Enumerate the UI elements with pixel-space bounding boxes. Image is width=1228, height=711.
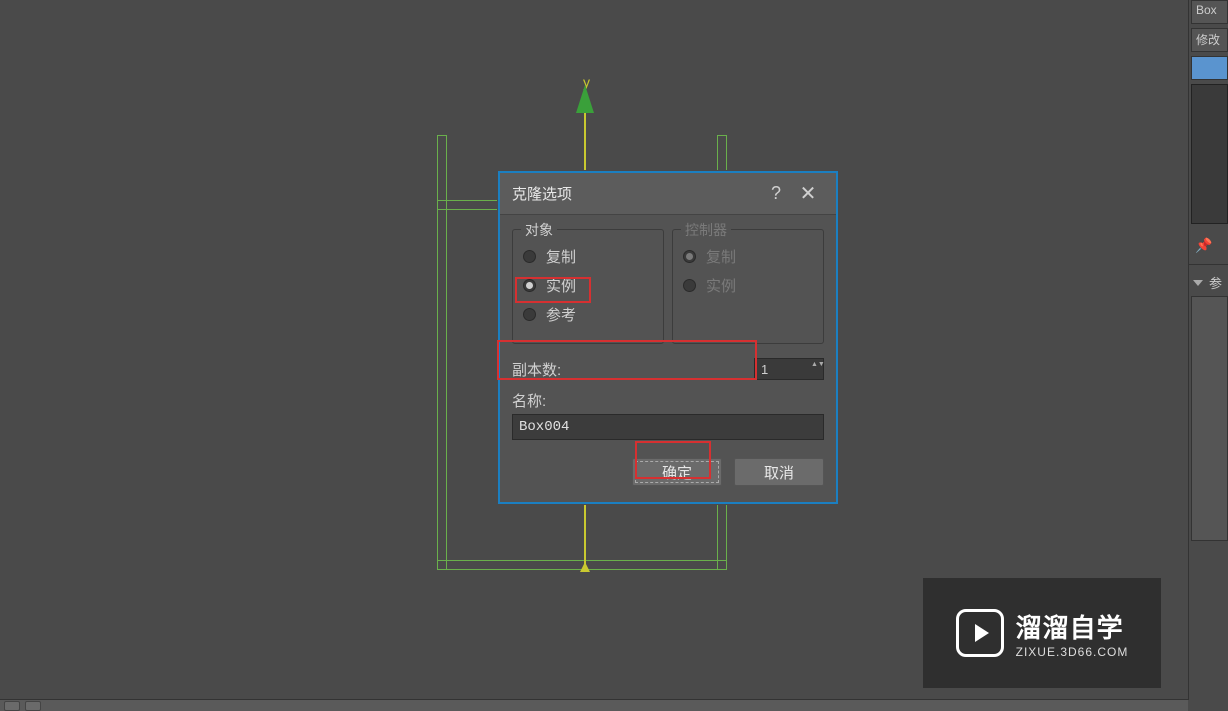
timeline-bar[interactable] (0, 699, 1188, 711)
timeline-button[interactable] (25, 701, 41, 711)
rollout-body[interactable] (1191, 296, 1228, 541)
radio-icon (523, 250, 536, 263)
radio-label: 实例 (546, 275, 576, 296)
object-group-legend: 对象 (521, 220, 557, 240)
radio-label: 复制 (706, 246, 736, 267)
name-label: 名称: (512, 390, 824, 411)
copies-row: 副本数: 1 ▲▼ (512, 358, 824, 380)
controller-copy-radio: 复制 (683, 245, 813, 267)
ok-button[interactable]: 确定 (632, 458, 722, 486)
y-axis-arrow-icon (576, 85, 594, 113)
copies-spinner[interactable]: 1 ▲▼ (754, 358, 824, 380)
close-button[interactable]: ✕ (792, 178, 824, 210)
clone-options-dialog: 克隆选项 ? ✕ 对象 复制 实例 参考 (498, 171, 838, 504)
controller-instance-radio: 实例 (683, 274, 813, 296)
object-instance-radio[interactable]: 实例 (523, 274, 653, 296)
modifier-stack-item[interactable] (1191, 56, 1228, 80)
copies-value: 1 (761, 362, 768, 377)
copies-label: 副本数: (512, 359, 754, 380)
dialog-titlebar[interactable]: 克隆选项 ? ✕ (500, 173, 836, 215)
modifier-list-dropdown[interactable]: 修改 (1191, 28, 1228, 52)
object-reference-radio[interactable]: 参考 (523, 303, 653, 325)
watermark-title: 溜溜自学 (1016, 608, 1129, 645)
radio-icon (523, 308, 536, 321)
watermark-url: ZIXUE.3D66.COM (1016, 645, 1129, 659)
pin-icon[interactable]: 📌 (1195, 237, 1212, 254)
help-button[interactable]: ? (760, 178, 792, 210)
object-name-field[interactable]: Box (1191, 0, 1228, 24)
watermark: 溜溜自学 ZIXUE.3D66.COM (923, 578, 1161, 688)
name-input[interactable] (512, 414, 824, 440)
radio-label: 参考 (546, 304, 576, 325)
radio-label: 实例 (706, 275, 736, 296)
modifier-stack[interactable] (1191, 84, 1228, 224)
help-icon: ? (771, 183, 781, 204)
panel-pin-row: 📌 (1189, 230, 1228, 260)
radio-icon (523, 279, 536, 292)
spinner-arrows-icon[interactable]: ▲▼ (811, 360, 821, 369)
dialog-title: 克隆选项 (512, 183, 760, 204)
object-copy-radio[interactable]: 复制 (523, 245, 653, 267)
object-group: 对象 复制 实例 参考 (512, 229, 664, 344)
radio-label: 复制 (546, 246, 576, 267)
command-panel: Box 修改 📌 参 (1188, 0, 1228, 700)
timeline-button[interactable] (4, 701, 20, 711)
chevron-down-icon (1193, 280, 1203, 286)
close-icon: ✕ (800, 181, 817, 206)
ok-button-label: 确定 (662, 462, 692, 483)
cancel-button-label: 取消 (764, 462, 794, 483)
panel-divider (1189, 264, 1228, 265)
cancel-button[interactable]: 取消 (734, 458, 824, 486)
watermark-play-icon (956, 609, 1004, 657)
controller-group-legend: 控制器 (681, 220, 731, 240)
y-axis-marker-icon (580, 562, 590, 572)
radio-icon (683, 279, 696, 292)
rollout-label: 参 (1209, 273, 1222, 292)
radio-icon (683, 250, 696, 263)
controller-group: 控制器 复制 实例 (672, 229, 824, 344)
parameters-rollout-header[interactable]: 参 (1189, 269, 1228, 296)
